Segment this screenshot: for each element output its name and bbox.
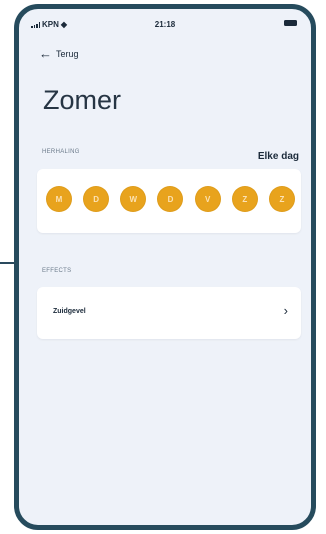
back-button[interactable]: ← Terug bbox=[39, 46, 79, 61]
day-toggle-friday[interactable]: V bbox=[194, 186, 221, 212]
repeat-section-label: HERHALING bbox=[42, 149, 80, 155]
status-bar: KPN ◆ 21:18 bbox=[19, 9, 311, 31]
effect-item[interactable]: Zuidgevel › bbox=[37, 287, 301, 339]
status-time: 21:18 bbox=[154, 20, 176, 29]
day-selector-card: M D W D V Z Z bbox=[37, 169, 301, 233]
day-toggle-wednesday[interactable]: W bbox=[120, 186, 147, 212]
day-toggle-monday[interactable]: M bbox=[46, 186, 72, 212]
day-toggle-tuesday[interactable]: D bbox=[83, 186, 110, 212]
day-selector: M D W D V Z Z bbox=[46, 186, 295, 212]
back-label: Terug bbox=[56, 49, 79, 59]
phone-frame: KPN ◆ 21:18 ← Terug Zomer HERHALING Elke… bbox=[14, 4, 316, 530]
effect-item-label: Zuidgevel bbox=[53, 308, 86, 315]
day-toggle-thursday[interactable]: D bbox=[157, 186, 184, 212]
repeat-value[interactable]: Elke dag bbox=[258, 151, 299, 162]
battery-icon bbox=[284, 20, 297, 26]
day-toggle-sunday[interactable]: Z bbox=[268, 186, 295, 212]
page-title: Zomer bbox=[43, 85, 122, 115]
day-toggle-saturday[interactable]: Z bbox=[231, 186, 258, 212]
back-arrow-icon: ← bbox=[39, 46, 52, 61]
effect-section-label: EFFECTS bbox=[42, 268, 72, 274]
chevron-right-icon: › bbox=[283, 303, 288, 318]
